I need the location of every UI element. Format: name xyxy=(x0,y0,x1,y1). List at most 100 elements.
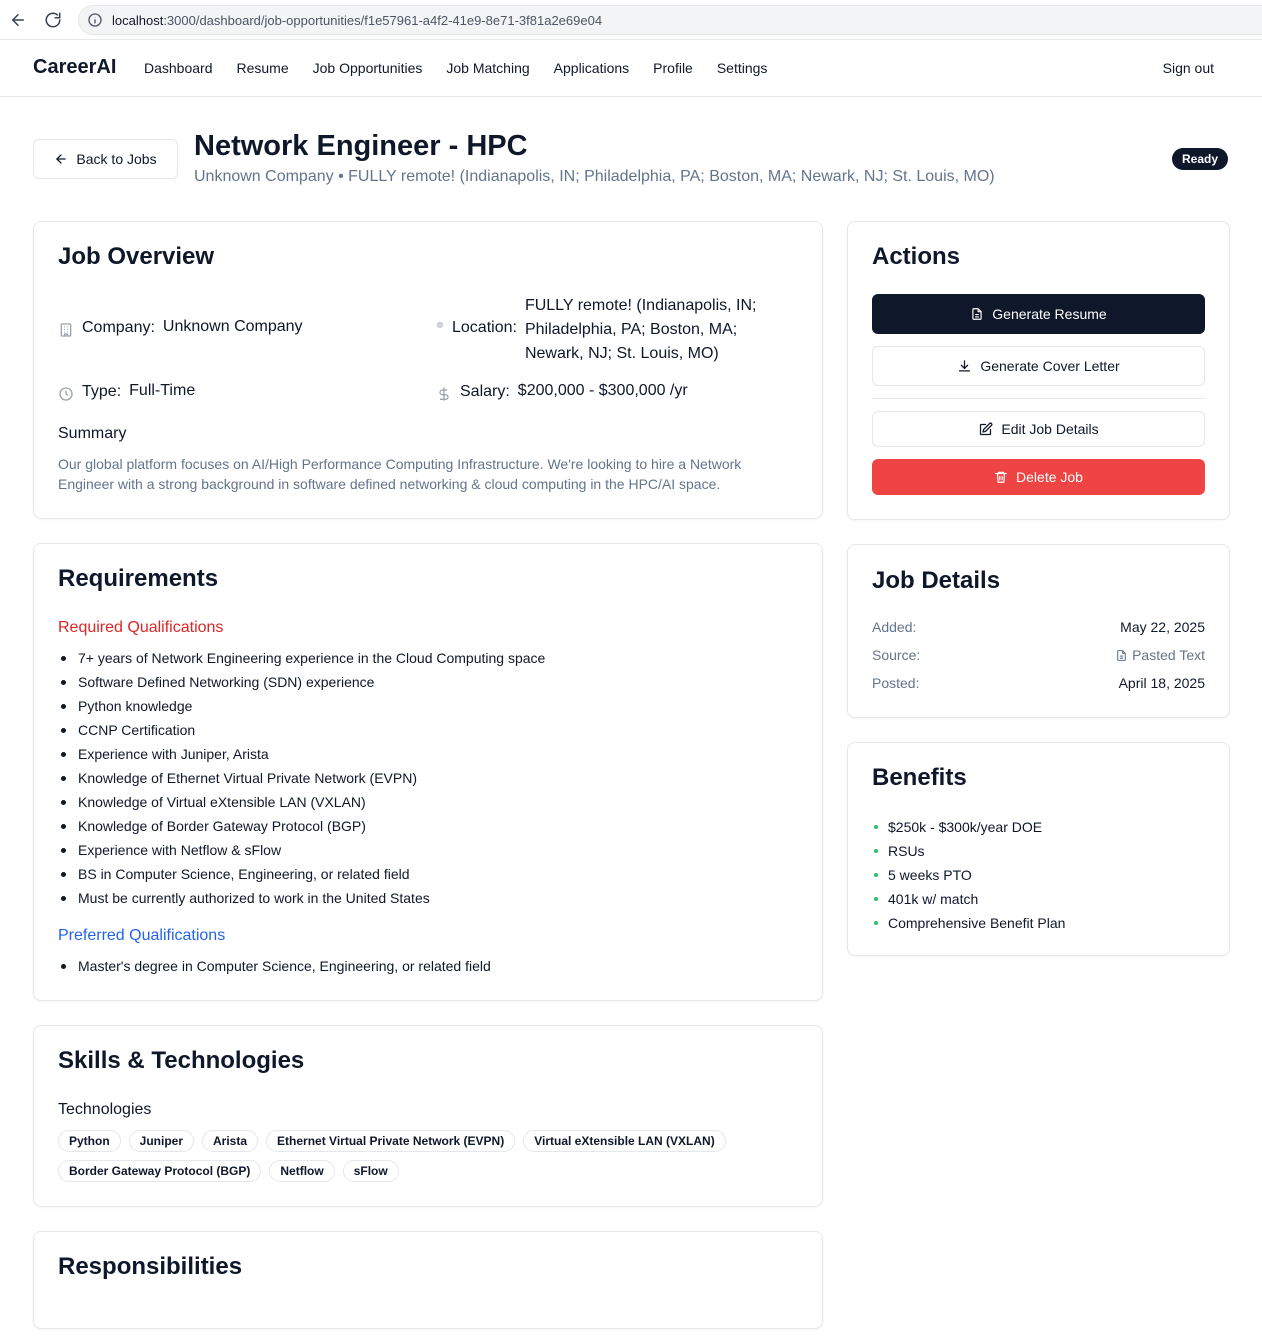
responsibilities-heading: Responsibilities xyxy=(58,1253,243,1280)
list-item: 5 weeks PTO xyxy=(873,863,1065,887)
nav-resume[interactable]: Resume xyxy=(237,60,289,76)
back-to-jobs-button[interactable]: Back to Jobs xyxy=(33,139,178,179)
status-badge: Ready xyxy=(1172,148,1229,170)
actions-divider xyxy=(872,398,1205,399)
source-text: Pasted Text xyxy=(1132,647,1205,663)
brand-logo[interactable]: CareerAI xyxy=(33,56,116,79)
company-field: Company: Unknown Company xyxy=(58,318,303,339)
posted-value: April 18, 2025 xyxy=(1118,675,1205,691)
list-item: Knowledge of Border Gateway Protocol (BG… xyxy=(60,814,545,838)
nav-job-opportunities[interactable]: Job Opportunities xyxy=(313,60,423,76)
url-text: localhost:3000/dashboard/job-opportuniti… xyxy=(112,13,603,28)
actions-heading: Actions xyxy=(872,243,961,270)
nav-profile[interactable]: Profile xyxy=(653,60,693,76)
map-pin-icon xyxy=(436,321,444,329)
posted-label: Posted: xyxy=(872,675,920,691)
list-item: 7+ years of Network Engineering experien… xyxy=(60,646,545,670)
tag-bgp: Border Gateway Protocol (BGP) xyxy=(58,1160,262,1182)
source-label: Source: xyxy=(872,647,921,663)
added-value: May 22, 2025 xyxy=(1120,619,1205,635)
edit-job-label: Edit Job Details xyxy=(1001,421,1099,437)
list-item: Knowledge of Ethernet Virtual Private Ne… xyxy=(60,766,545,790)
building-icon xyxy=(60,323,72,337)
edit-icon xyxy=(980,422,993,435)
generate-resume-label: Generate Resume xyxy=(992,306,1107,322)
source-value: Pasted Text xyxy=(1115,647,1205,663)
responsibilities-card: Responsibilities xyxy=(33,1231,823,1329)
browser-reload-button[interactable] xyxy=(41,8,65,32)
tag-sflow: sFlow xyxy=(342,1160,399,1182)
location-value: FULLY remote! (Indianapolis, IN; Philade… xyxy=(524,297,757,362)
tag-juniper: Juniper xyxy=(128,1130,195,1152)
dollar-icon xyxy=(439,387,449,401)
tag-vxlan: Virtual eXtensible LAN (VXLAN) xyxy=(523,1130,726,1152)
browser-toolbar: localhost:3000/dashboard/job-opportuniti… xyxy=(0,0,1262,40)
summary-text: Our global platform focuses on AI/High P… xyxy=(58,456,742,492)
benefits-heading: Benefits xyxy=(872,764,967,791)
list-item: BS in Computer Science, Engineering, or … xyxy=(60,862,545,886)
file-text-icon xyxy=(1117,649,1126,661)
tag-arista: Arista xyxy=(202,1130,259,1152)
tag-python: Python xyxy=(58,1130,121,1152)
nav-job-matching[interactable]: Job Matching xyxy=(446,60,529,76)
list-item: Software Defined Networking (SDN) experi… xyxy=(60,670,545,694)
company-label: Company: xyxy=(82,319,155,336)
list-item: Must be currently authorized to work in … xyxy=(60,886,545,910)
main-nav: Dashboard Resume Job Opportunities Job M… xyxy=(144,60,791,76)
app-header: CareerAI Dashboard Resume Job Opportunit… xyxy=(0,40,1262,97)
job-overview-heading: Job Overview xyxy=(58,243,215,270)
page-subtitle: Unknown Company • FULLY remote! (Indiana… xyxy=(194,168,995,185)
actions-card: Actions Generate Resume Generate Cover L… xyxy=(847,221,1230,520)
arrow-left-icon xyxy=(12,14,24,26)
preferred-qualifications-list: Master's degree in Computer Science, Eng… xyxy=(61,954,491,978)
required-qualifications-heading: Required Qualifications xyxy=(58,619,224,636)
list-item: RSUs xyxy=(873,839,1065,863)
job-details-heading: Job Details xyxy=(872,567,1001,594)
required-qualifications-list: 7+ years of Network Engineering experien… xyxy=(60,646,545,910)
delete-job-label: Delete Job xyxy=(1016,469,1083,485)
job-details-card: Job Details Added: May 22, 2025 Source: … xyxy=(847,544,1230,718)
arrow-left-icon xyxy=(56,154,67,164)
page-title: Network Engineer - HPC xyxy=(194,130,528,162)
list-item: Python knowledge xyxy=(60,694,545,718)
edit-job-button[interactable]: Edit Job Details xyxy=(872,411,1205,447)
list-item: CCNP Certification xyxy=(60,718,545,742)
added-label: Added: xyxy=(872,619,917,635)
requirements-heading: Requirements xyxy=(58,565,219,592)
salary-label: Salary: xyxy=(460,383,510,400)
skills-heading: Skills & Technologies xyxy=(58,1047,305,1074)
benefits-card: Benefits $250k - $300k/year DOE RSUs 5 w… xyxy=(847,742,1230,956)
benefits-list: $250k - $300k/year DOE RSUs 5 weeks PTO … xyxy=(873,815,1065,935)
skills-card: Skills & Technologies Technologies Pytho… xyxy=(33,1025,823,1207)
source-row: Source: Pasted Text xyxy=(872,647,1205,663)
type-value: Full-Time xyxy=(129,382,196,399)
type-field: Type: Full-Time xyxy=(58,382,195,403)
generate-resume-button[interactable]: Generate Resume xyxy=(872,294,1205,334)
company-value: Unknown Company xyxy=(162,318,303,335)
location-field: Location: FULLY remote! (Indianapolis, I… xyxy=(436,294,796,366)
type-label: Type: xyxy=(82,383,122,400)
tag-evpn: Ethernet Virtual Private Network (EVPN) xyxy=(266,1130,516,1152)
address-bar[interactable]: localhost:3000/dashboard/job-opportuniti… xyxy=(78,5,1262,35)
job-overview-card: Job Overview Company: Unknown Company Lo… xyxy=(33,221,823,519)
location-label: Location: xyxy=(452,319,517,336)
list-item: Knowledge of Virtual eXtensible LAN (VXL… xyxy=(60,790,545,814)
tag-netflow: Netflow xyxy=(269,1160,335,1182)
trash-icon xyxy=(995,471,1007,483)
list-item: $250k - $300k/year DOE xyxy=(873,815,1065,839)
nav-applications[interactable]: Applications xyxy=(554,60,630,76)
salary-value: $200,000 - $300,000 /yr xyxy=(517,382,688,399)
nav-settings[interactable]: Settings xyxy=(717,60,768,76)
generate-cover-letter-label: Generate Cover Letter xyxy=(980,358,1120,374)
list-item: 401k w/ match xyxy=(873,887,1065,911)
sign-out-button[interactable]: Sign out xyxy=(1163,60,1214,76)
browser-back-button[interactable] xyxy=(6,8,30,32)
posted-row: Posted: April 18, 2025 xyxy=(872,675,1205,691)
reload-icon xyxy=(45,12,61,28)
clock-icon xyxy=(59,387,73,401)
nav-dashboard[interactable]: Dashboard xyxy=(144,60,213,76)
delete-job-button[interactable]: Delete Job xyxy=(872,459,1205,495)
generate-cover-letter-button[interactable]: Generate Cover Letter xyxy=(872,346,1205,386)
technology-tags: Python Juniper Arista Ethernet Virtual P… xyxy=(58,1130,778,1182)
requirements-card: Requirements Required Qualifications 7+ … xyxy=(33,543,823,1001)
